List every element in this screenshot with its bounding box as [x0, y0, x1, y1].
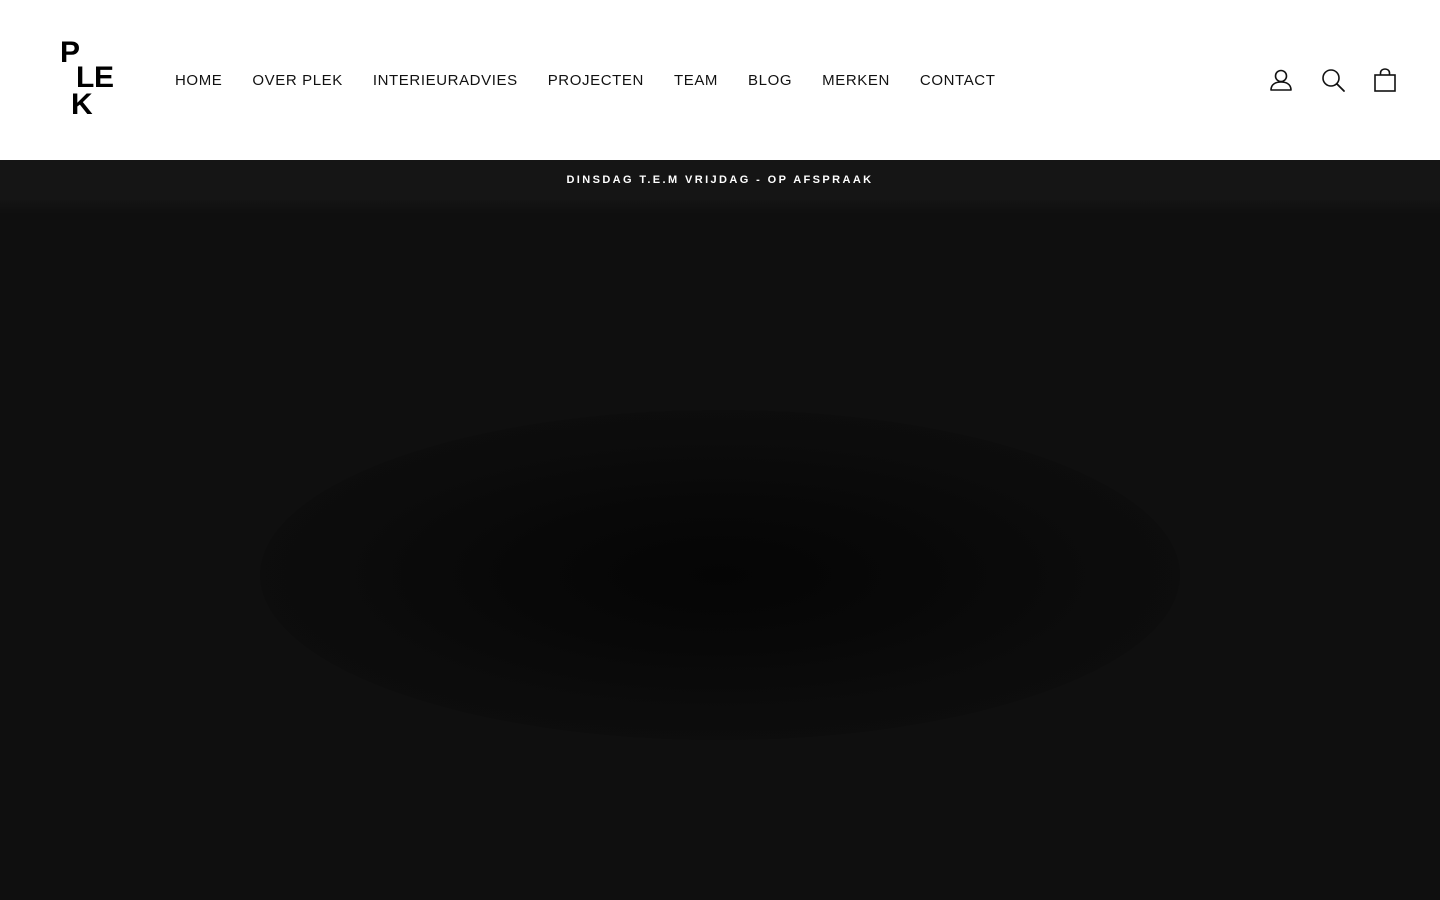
plek-logo[interactable]: P L E K — [60, 38, 120, 122]
nav-item-blog[interactable]: BLOG — [748, 72, 792, 89]
logo-letter: E — [94, 61, 115, 94]
main-nav: HOME OVER PLEK INTERIEURADVIES PROJECTEN… — [175, 69, 996, 91]
user-icon — [1270, 69, 1292, 91]
hero-video-area[interactable] — [0, 200, 1440, 900]
header-icons — [1244, 64, 1400, 96]
bag-icon — [1374, 68, 1396, 92]
nav-item-interieuradvies[interactable]: INTERIEURADVIES — [373, 72, 518, 89]
cart-button[interactable] — [1370, 65, 1400, 95]
hero-top-fade — [0, 200, 1440, 214]
search-icon — [1322, 69, 1345, 92]
logo-letter: K — [71, 88, 93, 121]
announcement-text: DINSDAG T.E.M VRIJDAG - OP AFSPRAAK — [566, 174, 874, 186]
hero-center-shadow — [260, 410, 1180, 740]
nav-item-merken[interactable]: MERKEN — [822, 72, 890, 89]
site-header: P L E K HOME OVER PLEK INTERIEURADVIES P… — [0, 0, 1440, 160]
nav-item-over-plek[interactable]: OVER PLEK — [252, 72, 342, 89]
nav-item-projecten[interactable]: PROJECTEN — [548, 72, 644, 89]
announcement-bar: DINSDAG T.E.M VRIJDAG - OP AFSPRAAK — [0, 160, 1440, 200]
nav-item-contact[interactable]: CONTACT — [920, 72, 996, 89]
nav-item-team[interactable]: TEAM — [674, 72, 718, 89]
search-button[interactable] — [1318, 65, 1348, 95]
account-button[interactable] — [1266, 65, 1296, 95]
nav-item-home[interactable]: HOME — [175, 72, 222, 89]
